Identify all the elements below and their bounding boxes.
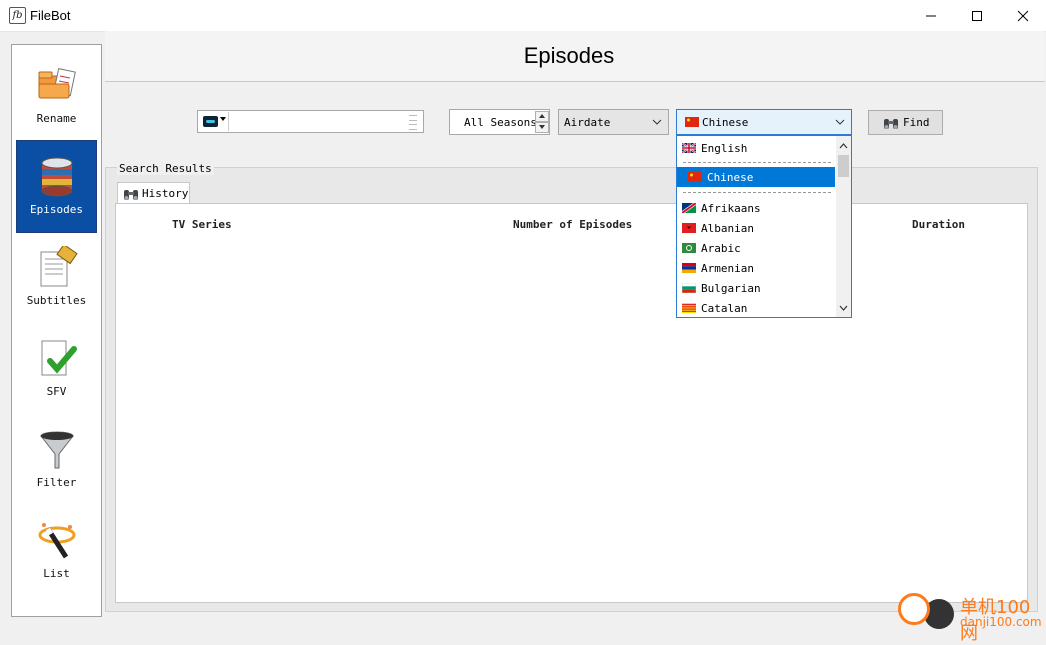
language-value: Chinese [702, 116, 749, 129]
funnel-icon [39, 431, 75, 469]
albania-flag-icon [682, 223, 696, 233]
search-results-title: Search Results [117, 162, 214, 175]
scrollbar-thumb[interactable] [838, 155, 849, 177]
season-spinner[interactable]: All Seasons [449, 109, 550, 135]
tab-label: History [142, 187, 189, 200]
episode-order-select[interactable]: Airdate [558, 109, 669, 135]
caret-down-icon [220, 117, 226, 121]
window-title: FileBot [30, 8, 71, 23]
search-combo [197, 110, 424, 133]
option-label: Arabic [701, 242, 741, 255]
search-input[interactable] [230, 112, 410, 133]
watermark-url: danji100.com [960, 615, 1042, 629]
option-label: Catalan [701, 302, 748, 315]
option-label: Armenian [701, 262, 754, 275]
language-option-armenian[interactable]: Armenian [677, 258, 835, 278]
china-flag-icon [688, 172, 702, 182]
sidebar-item-filter[interactable]: Filter [17, 414, 96, 505]
caret-down-icon [539, 125, 545, 129]
binoculars-icon [884, 119, 898, 129]
sidebar-item-label: Subtitles [26, 294, 87, 307]
find-label: Find [903, 116, 930, 129]
watermark-logo-icon [898, 593, 930, 625]
option-label: Albanian [701, 222, 754, 235]
database-icon [41, 157, 73, 197]
dropdown-scrollbar[interactable] [836, 136, 851, 317]
season-value: All Seasons [464, 116, 537, 129]
close-button[interactable] [1000, 0, 1046, 31]
sidebar-item-label: SFV [46, 385, 67, 398]
sidebar-item-subtitles[interactable]: Subtitles [17, 232, 96, 323]
header: Episodes [105, 31, 1045, 82]
language-option-albanian[interactable]: Albanian [677, 218, 835, 238]
column-header-number-of-episodes[interactable]: Number of Episodes [513, 218, 632, 231]
armenia-flag-icon [682, 263, 696, 273]
provider-selector[interactable] [199, 112, 229, 131]
search-grip-icon [409, 115, 417, 130]
rename-folder-icon [38, 68, 76, 99]
close-icon [1017, 10, 1029, 22]
china-flag-icon [685, 117, 699, 127]
language-option-catalan[interactable]: Catalan [677, 298, 835, 317]
language-option-english[interactable]: English [677, 138, 835, 158]
caret-up-icon [539, 114, 545, 118]
bulgaria-flag-icon [682, 283, 696, 293]
saudi-flag-icon [682, 243, 696, 253]
spinner-down-button[interactable] [535, 122, 549, 133]
option-label: English [701, 142, 748, 155]
subtitles-document-icon [40, 246, 78, 287]
option-label: Bulgarian [701, 282, 761, 295]
uk-flag-icon [682, 143, 696, 153]
sidebar-item-list[interactable]: List [17, 505, 96, 596]
magic-wand-icon [38, 523, 76, 559]
binoculars-icon [124, 190, 138, 200]
sidebar-item-label: Rename [36, 112, 77, 125]
sidebar-item-label: Filter [36, 476, 77, 489]
language-dropdown-list: English Chinese Afrikaans Albanian Arabi… [676, 135, 852, 318]
history-table: TV Series Number of Episodes Duration [115, 203, 1028, 603]
chevron-down-icon [652, 119, 662, 125]
language-select[interactable]: Chinese [676, 109, 852, 135]
scroll-up-icon[interactable] [838, 140, 849, 152]
app-icon: fb [9, 7, 26, 24]
minimize-icon [926, 15, 936, 17]
provider-logo-icon [203, 116, 218, 127]
separator [683, 162, 831, 163]
language-option-arabic[interactable]: Arabic [677, 238, 835, 258]
find-button[interactable]: Find [868, 110, 943, 135]
sidebar-item-episodes[interactable]: Episodes [16, 140, 97, 233]
tab-history[interactable]: History [117, 182, 190, 205]
sidebar-item-sfv[interactable]: SFV [17, 323, 96, 414]
separator [683, 192, 831, 193]
scroll-down-icon[interactable] [838, 302, 849, 314]
sidebar-item-label: List [43, 567, 70, 580]
maximize-button[interactable] [954, 0, 1000, 31]
chevron-down-icon [835, 119, 845, 125]
language-option-afrikaans[interactable]: Afrikaans [677, 198, 835, 218]
minimize-button[interactable] [908, 0, 954, 31]
language-option-bulgarian[interactable]: Bulgarian [677, 278, 835, 298]
watermark: 单机100网 danji100.com [898, 593, 1046, 644]
sidebar: Rename Episodes Subtitles SFV Filter Lis… [11, 44, 102, 617]
spinner-up-button[interactable] [535, 111, 549, 122]
option-label: Afrikaans [701, 202, 761, 215]
namibia-flag-icon [682, 203, 696, 213]
order-value: Airdate [564, 116, 611, 129]
column-header-duration[interactable]: Duration [912, 218, 965, 231]
sidebar-item-rename[interactable]: Rename [17, 50, 96, 141]
option-label: Chinese [707, 171, 754, 184]
column-header-tv-series[interactable]: TV Series [172, 218, 232, 231]
title-bar: fb FileBot [0, 0, 1046, 32]
language-option-chinese[interactable]: Chinese [677, 167, 835, 187]
checkmark-document-icon [41, 340, 77, 376]
page-title: Episodes [523, 43, 615, 68]
catalonia-flag-icon [682, 303, 696, 313]
maximize-icon [972, 11, 982, 21]
sidebar-item-label: Episodes [30, 203, 83, 216]
